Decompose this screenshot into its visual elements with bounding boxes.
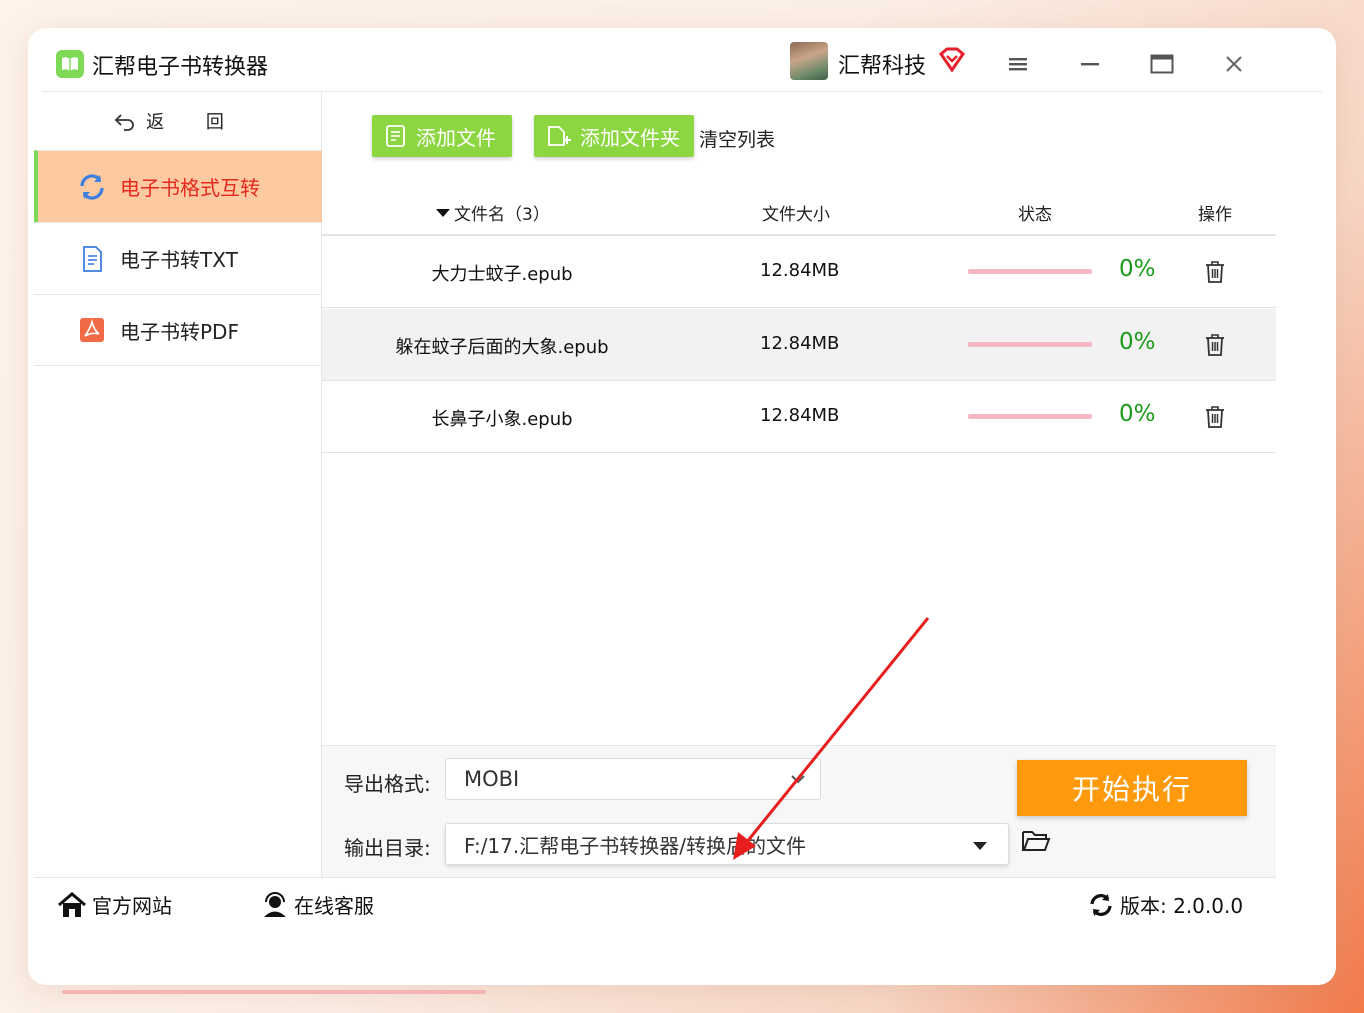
output-settings: 导出格式: MOBI 输出目录: F:/17.汇帮电子书转换器/转换后的文件 开…	[322, 745, 1276, 877]
output-dir-select[interactable]: F:/17.汇帮电子书转换器/转换后的文件	[445, 823, 1009, 865]
file-size: 12.84MB	[760, 260, 840, 281]
file-size: 12.84MB	[760, 405, 840, 426]
format-select[interactable]: MOBI	[445, 758, 821, 800]
column-filesize: 文件大小	[762, 205, 830, 225]
pdf-icon	[78, 316, 106, 344]
file-name: 长鼻子小象.epub	[431, 409, 573, 430]
clear-list-button[interactable]: 清空列表	[699, 125, 775, 152]
sidebar-item-to-txt[interactable]: 电子书转TXT	[34, 222, 322, 294]
back-arrow-icon	[114, 114, 134, 131]
table-row[interactable]: 大力士蚊子.epub 12.84MB 0%	[322, 236, 1276, 308]
caret-down-icon	[973, 842, 987, 850]
add-file-label: 添加文件	[416, 125, 496, 150]
column-status: 状态	[1018, 205, 1052, 225]
app-logo-icon	[56, 50, 84, 78]
column-action: 操作	[1198, 205, 1232, 225]
horizontal-scrollbar[interactable]	[62, 990, 486, 994]
progress-bar	[968, 269, 1092, 274]
file-name: 躲在蚊子后面的大象.epub	[395, 337, 609, 358]
title-bar: 汇帮电子书转换器 汇帮科技	[42, 40, 1322, 90]
open-folder-icon[interactable]	[1021, 828, 1051, 856]
format-label: 导出格式:	[344, 772, 431, 796]
add-file-icon	[386, 125, 405, 147]
start-button[interactable]: 开始执行	[1017, 760, 1247, 816]
sidebar: 返 回 电子书格式互转 电子书转TXT 电子书转PDF	[34, 92, 322, 877]
progress-percent: 0%	[1119, 329, 1156, 355]
sidebar-item-label: 电子书格式互转	[120, 176, 260, 200]
online-support-link[interactable]: 在线客服	[262, 890, 374, 919]
official-website-link[interactable]: 官方网站	[58, 890, 172, 919]
progress-percent: 0%	[1119, 256, 1156, 282]
maximize-icon[interactable]	[1144, 46, 1180, 82]
table-row[interactable]: 长鼻子小象.epub 12.84MB 0%	[322, 381, 1276, 453]
add-folder-label: 添加文件夹	[580, 125, 680, 150]
sidebar-item-label: 电子书转PDF	[120, 319, 239, 344]
file-name: 大力士蚊子.epub	[431, 264, 573, 285]
file-size: 12.84MB	[760, 333, 840, 354]
app-title: 汇帮电子书转换器	[92, 55, 269, 80]
back-button[interactable]: 返 回	[34, 92, 322, 150]
column-filename[interactable]: 文件名（3）	[436, 200, 550, 225]
table-row[interactable]: 躲在蚊子后面的大象.epub 12.84MB 0%	[322, 309, 1276, 381]
sidebar-item-to-pdf[interactable]: 电子书转PDF	[34, 294, 322, 366]
progress-bar	[968, 342, 1092, 347]
refresh-icon	[1090, 893, 1112, 916]
user-avatar[interactable]	[790, 42, 828, 80]
support-agent-icon	[264, 891, 286, 917]
table-header: 文件名（3） 文件大小 状态 操作	[322, 188, 1276, 236]
menu-icon[interactable]	[1000, 46, 1036, 82]
delete-trash-icon[interactable]	[1204, 405, 1226, 429]
progress-bar	[968, 414, 1092, 419]
chevron-down-icon	[791, 775, 805, 784]
add-file-button[interactable]: 添加文件	[372, 115, 512, 157]
delete-trash-icon[interactable]	[1204, 333, 1226, 357]
minimize-icon[interactable]	[1072, 46, 1108, 82]
home-icon	[58, 891, 86, 917]
user-name[interactable]: 汇帮科技	[838, 48, 926, 80]
vip-diamond-icon[interactable]	[938, 46, 966, 74]
version-info: 版本: 2.0.0.0	[1088, 890, 1243, 919]
main-panel: 添加文件 添加文件夹 清空列表 文件名（3） 文件大小 状态 操作 大力士蚊子.…	[322, 92, 1276, 877]
refresh-icon	[78, 173, 106, 201]
document-icon	[78, 245, 106, 273]
format-value: MOBI	[464, 767, 520, 791]
close-icon[interactable]	[1216, 46, 1252, 82]
output-dir-value: F:/17.汇帮电子书转换器/转换后的文件	[464, 833, 806, 858]
dir-label: 输出目录:	[344, 836, 431, 860]
sidebar-item-label: 电子书转TXT	[120, 248, 238, 272]
delete-trash-icon[interactable]	[1204, 260, 1226, 284]
add-folder-icon	[548, 126, 571, 146]
sort-down-icon	[436, 208, 450, 217]
back-label: 返 回	[146, 112, 242, 133]
progress-percent: 0%	[1119, 401, 1156, 427]
footer: 官方网站 在线客服 版本: 2.0.0.0	[34, 877, 1276, 929]
add-folder-button[interactable]: 添加文件夹	[534, 115, 694, 157]
sidebar-item-format-convert[interactable]: 电子书格式互转	[34, 150, 322, 222]
